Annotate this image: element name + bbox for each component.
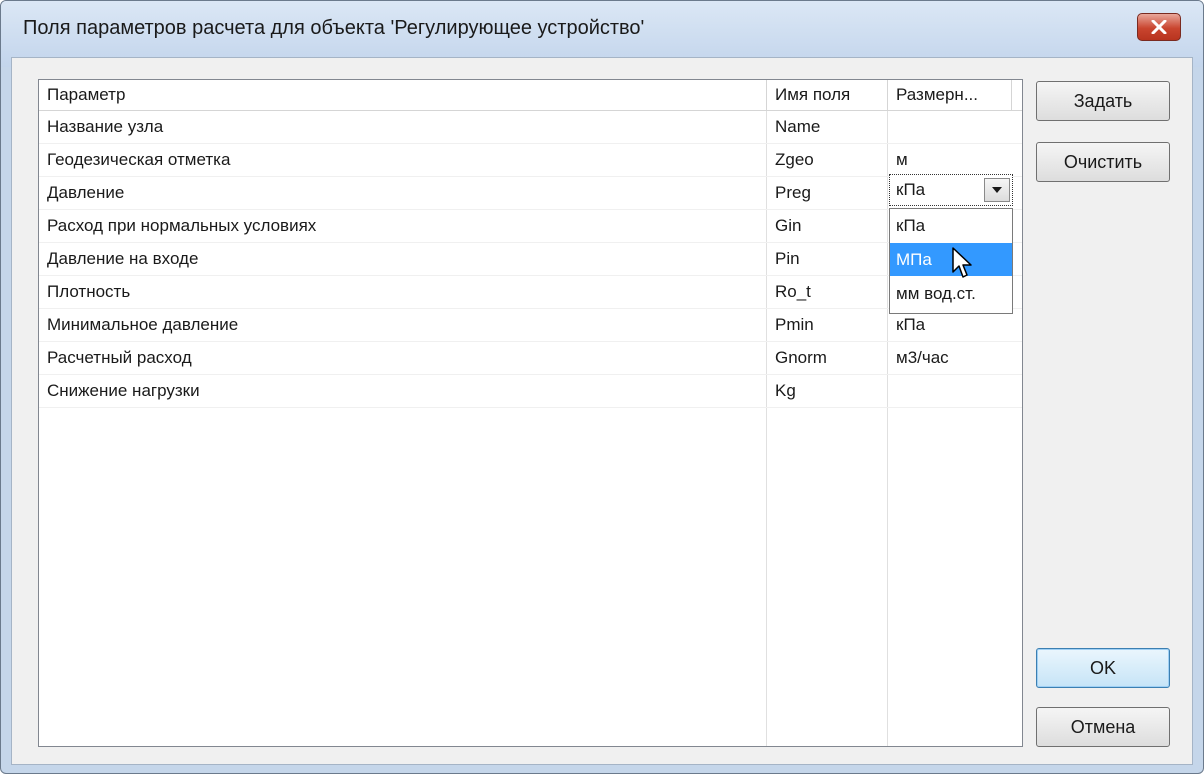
table-row[interactable]: Название узла Name: [39, 110, 1022, 144]
cell-unit[interactable]: [888, 110, 1012, 143]
cell-unit[interactable]: м: [888, 143, 1012, 176]
close-icon: [1151, 20, 1167, 34]
cell-field-name: Pmin: [775, 315, 814, 334]
cell-parameter: Давление: [47, 183, 125, 202]
cell-parameter: Минимальное давление: [47, 315, 239, 334]
table-row[interactable]: Плотность Ro_t: [39, 275, 1022, 309]
cell-field-name: Pin: [775, 249, 800, 268]
cell-unit[interactable]: [888, 374, 1012, 407]
parameters-table: Параметр Имя поля Размерн... Название уз…: [38, 79, 1023, 747]
table-row[interactable]: Геодезическая отметка Zgeo м: [39, 143, 1022, 177]
table-row[interactable]: Расчетный расход Gnorm м3/час: [39, 341, 1022, 375]
dialog-client-area: Параметр Имя поля Размерн... Название уз…: [11, 57, 1193, 765]
unit-option-kpa[interactable]: кПа: [890, 209, 1012, 242]
cell-parameter: Расход при нормальных условиях: [47, 216, 317, 235]
unit-option-mm-water[interactable]: мм вод.ст.: [890, 277, 1012, 310]
column-header-field-name[interactable]: Имя поля: [767, 80, 888, 110]
window-title: Поля параметров расчета для объекта 'Рег…: [23, 17, 645, 39]
table-row[interactable]: Давление Preg: [39, 176, 1022, 210]
cell-parameter: Название узла: [47, 117, 164, 136]
table-row[interactable]: Расход при нормальных условиях Gin: [39, 209, 1022, 243]
cell-field-name: Preg: [775, 183, 811, 202]
unit-combobox-value: кПа: [896, 180, 926, 199]
cell-unit[interactable]: м3/час: [888, 341, 1012, 374]
cell-parameter: Плотность: [47, 282, 131, 301]
close-button[interactable]: [1137, 13, 1181, 41]
cell-field-name: Gnorm: [775, 348, 827, 367]
cancel-button[interactable]: Отмена: [1036, 707, 1170, 747]
cell-field-name: Ro_t: [775, 282, 811, 301]
set-button[interactable]: Задать: [1036, 81, 1170, 121]
dialog-window: Поля параметров расчета для объекта 'Рег…: [0, 0, 1204, 774]
table-row[interactable]: Минимальное давление Pmin кПа: [39, 308, 1022, 342]
mouse-cursor-icon: [952, 247, 972, 278]
table-row[interactable]: Давление на входе Pin: [39, 242, 1022, 276]
cell-field-name: Kg: [775, 381, 796, 400]
unit-combobox[interactable]: кПа: [889, 174, 1013, 206]
ok-button[interactable]: OK: [1036, 648, 1170, 688]
cell-field-name: Gin: [775, 216, 802, 235]
column-header-unit[interactable]: Размерн...: [888, 80, 1012, 110]
column-header-parameter[interactable]: Параметр: [39, 80, 767, 110]
cell-parameter: Геодезическая отметка: [47, 150, 231, 169]
cell-parameter: Расчетный расход: [47, 348, 192, 367]
chevron-down-icon: [992, 187, 1002, 193]
table-row[interactable]: Снижение нагрузки Kg: [39, 374, 1022, 408]
dropdown-arrow-button[interactable]: [984, 178, 1010, 202]
table-header: Параметр Имя поля Размерн...: [39, 80, 1022, 111]
cell-field-name: Zgeo: [775, 150, 814, 169]
clear-button[interactable]: Очистить: [1036, 142, 1170, 182]
cell-field-name: Name: [775, 117, 821, 136]
cell-parameter: Снижение нагрузки: [47, 381, 200, 400]
cell-parameter: Давление на входе: [47, 249, 199, 268]
